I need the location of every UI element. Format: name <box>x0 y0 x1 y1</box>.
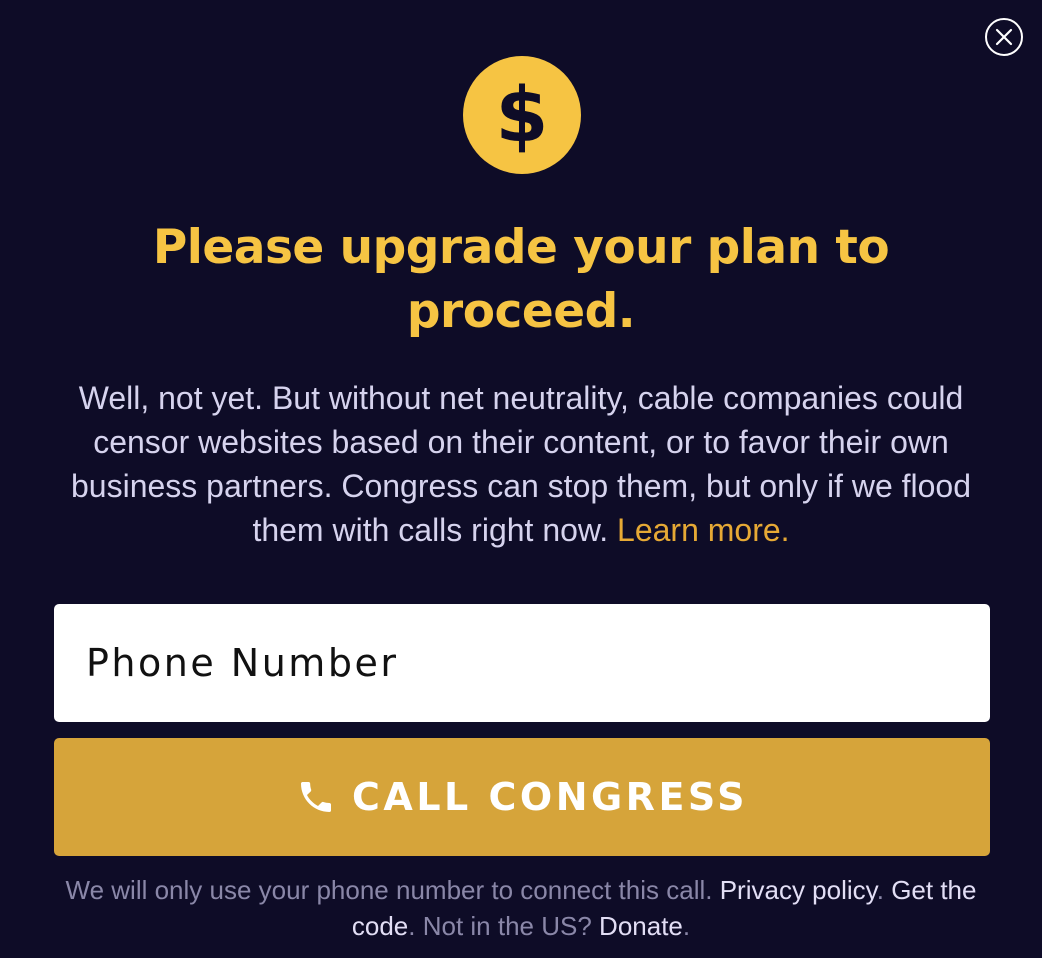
learn-more-link[interactable]: Learn more. <box>617 512 790 548</box>
privacy-policy-link[interactable]: Privacy policy <box>720 875 877 905</box>
footer-notice-text: We will only use your phone number to co… <box>65 875 713 905</box>
footer-period: . <box>408 911 416 941</box>
call-congress-button[interactable]: CALL CONGRESS <box>54 738 990 856</box>
close-icon <box>995 28 1013 46</box>
footer-period: . <box>682 911 691 941</box>
footer-notice: We will only use your phone number to co… <box>40 872 1002 944</box>
phone-number-input[interactable] <box>54 604 990 722</box>
page-title: Please upgrade your plan to proceed. <box>152 220 890 339</box>
footer-period: . <box>876 875 884 905</box>
close-button[interactable] <box>985 18 1023 56</box>
call-congress-label: CALL CONGRESS <box>352 775 748 819</box>
not-in-us-text: Not in the US? <box>422 911 592 941</box>
upgrade-modal: $ Please upgrade your plan to proceed. W… <box>0 0 1042 958</box>
phone-icon <box>301 782 332 812</box>
dollar-coin: $ <box>463 56 581 174</box>
description-text: Well, not yet. But without net neutralit… <box>70 380 972 548</box>
dollar-symbol: $ <box>496 70 549 159</box>
dollar-icon: $ <box>496 70 549 159</box>
donate-link[interactable]: Donate <box>599 911 683 941</box>
description: Well, not yet. But without net neutralit… <box>40 376 1002 552</box>
